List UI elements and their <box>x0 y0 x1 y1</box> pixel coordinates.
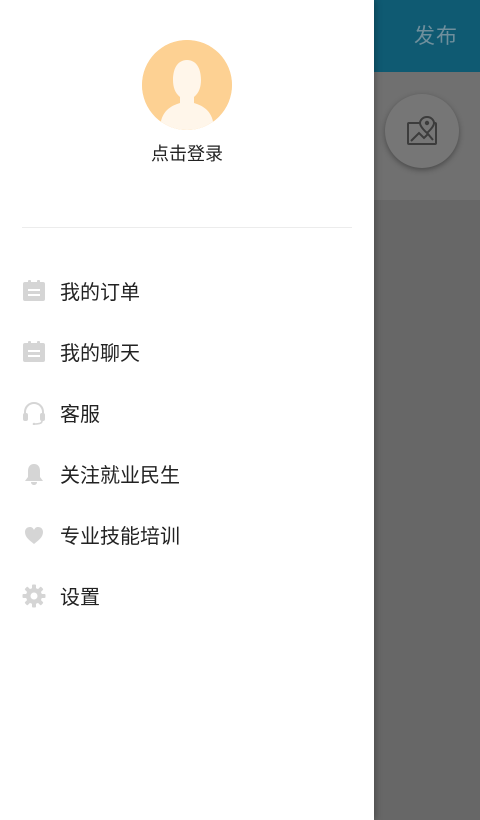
menu-item-label: 专业技能培训 <box>60 524 180 548</box>
divider <box>22 227 352 228</box>
menu-item-label: 我的订单 <box>60 280 140 304</box>
avatar[interactable] <box>142 40 232 130</box>
clipboard-icon <box>22 340 46 364</box>
menu-item-follow-employment[interactable]: 关注就业民生 <box>0 443 374 504</box>
menu-item-label: 客服 <box>60 402 100 426</box>
navigation-drawer: 点击登录 我的订单 我的聊天 客服 关注就业民生 专业技能培训 设置 <box>0 0 374 820</box>
menu-item-label: 我的聊天 <box>60 341 140 365</box>
user-placeholder-icon <box>142 40 232 130</box>
gear-icon <box>22 584 46 608</box>
map-location-button[interactable] <box>385 94 459 168</box>
menu-item-label: 设置 <box>60 585 100 609</box>
menu-item-customer-service[interactable]: 客服 <box>0 382 374 443</box>
menu-item-skills-training[interactable]: 专业技能培训 <box>0 504 374 565</box>
bell-icon <box>22 462 46 486</box>
login-link[interactable]: 点击登录 <box>0 140 374 166</box>
heart-icon <box>22 523 46 547</box>
map-location-icon <box>407 115 437 145</box>
menu-item-my-chats[interactable]: 我的聊天 <box>0 321 374 382</box>
publish-button[interactable]: 发布 <box>414 20 458 50</box>
menu-item-my-orders[interactable]: 我的订单 <box>0 260 374 321</box>
menu-item-label: 关注就业民生 <box>60 463 180 487</box>
clipboard-icon <box>22 279 46 303</box>
headset-icon <box>22 401 46 425</box>
menu-item-settings[interactable]: 设置 <box>0 565 374 626</box>
drawer-menu: 我的订单 我的聊天 客服 关注就业民生 专业技能培训 设置 <box>0 260 374 626</box>
